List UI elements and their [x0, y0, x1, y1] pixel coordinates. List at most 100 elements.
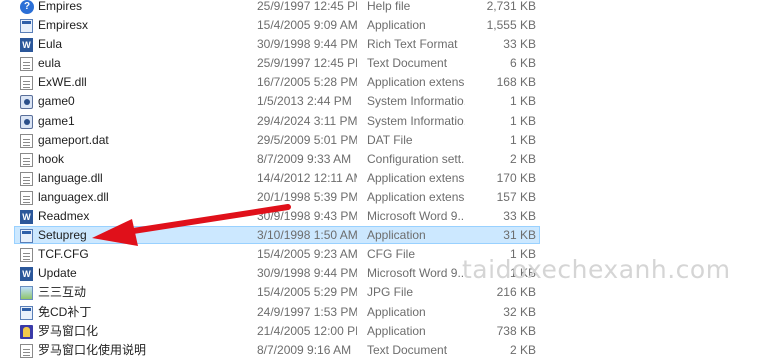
file-row[interactable]: ExWE.dll 16/7/2005 5:28 PM Application ext… [0, 73, 768, 92]
file-type: Application [367, 304, 426, 319]
word-doc-icon: W [20, 38, 34, 53]
file-icon-glyph [20, 248, 33, 263]
word-doc-icon-glyph: W [20, 210, 33, 225]
file-type: Configuration sett... [367, 151, 465, 166]
file-name: language.dll [38, 170, 103, 185]
file-row[interactable]: ? Empires 25/9/1997 12:45 PM Help file 2,731… [0, 0, 768, 16]
text-file-icon-glyph [20, 343, 33, 358]
file-name: TCF.CFG [38, 247, 89, 262]
help-icon: ? [20, 0, 34, 14]
file-type: Microsoft Word 9... [367, 209, 465, 224]
file-row[interactable]: language.dll 14/4/2012 12:11 AM Applicatio… [0, 169, 768, 188]
file-row[interactable]: W Eula 30/9/1998 9:44 PM Rich Text Format 33… [0, 35, 768, 54]
file-date-modified: 30/9/1998 9:44 PM [257, 266, 357, 281]
image-icon [20, 286, 34, 301]
file-size: 738 KB [496, 323, 536, 338]
help-icon-glyph: ? [20, 0, 34, 14]
file-name: Empiresx [38, 18, 89, 33]
game-app-icon-glyph [20, 19, 33, 34]
file-type: CFG File [367, 247, 415, 262]
file-row[interactable]: 免CD补丁 24/9/1997 1:53 PM Application 32 KB [0, 303, 768, 322]
file-row[interactable]: W Readmex 30/9/1998 9:43 PM Microsoft Word … [0, 207, 768, 226]
image-icon-glyph [20, 286, 33, 301]
file-name: Empires [38, 0, 83, 13]
file-date-modified: 29/5/2009 5:01 PM [257, 132, 357, 147]
file-name: Setupreg [38, 228, 87, 243]
file-type: DAT File [367, 132, 413, 147]
file-name: game1 [38, 113, 75, 128]
file-row[interactable]: eula 25/9/1997 12:45 PM Text Document 6 KB [0, 54, 768, 73]
system-info-icon-glyph [20, 114, 33, 129]
dll-file-icon [20, 171, 34, 186]
file-date-modified: 8/7/2009 9:16 AM [257, 342, 352, 357]
file-row[interactable]: gameport.dat 29/5/2009 5:01 PM DAT File 1 K… [0, 131, 768, 150]
config-file-icon [20, 152, 34, 167]
dll-file-icon [20, 190, 34, 205]
file-date-modified: 25/9/1997 12:45 PM [257, 0, 357, 13]
file-size: 2 KB [509, 342, 536, 357]
file-size: 6 KB [509, 56, 536, 71]
file-date-modified: 29/4/2024 3:11 PM [257, 113, 357, 128]
file-row-selected[interactable]: Setupreg 3/10/1998 1:50 AM Application 31 K… [0, 226, 768, 245]
file-size: 157 KB [496, 189, 536, 204]
file-type: Application extens... [367, 170, 465, 185]
text-file-icon [20, 343, 34, 358]
file-type: JPG File [367, 285, 414, 300]
word-doc-icon-glyph: W [20, 267, 33, 282]
system-info-icon [20, 95, 34, 110]
file-row[interactable]: 罗马窗口化 21/4/2005 12:00 PM Application 738 KB [0, 322, 768, 341]
file-size: 33 KB [503, 209, 536, 224]
dll-file-icon [20, 76, 34, 91]
file-type: Microsoft Word 9... [367, 266, 465, 281]
word-doc-icon: W [20, 267, 34, 282]
file-row[interactable]: game0 1/5/2013 2:44 PM System Informatio..… [0, 92, 768, 111]
app-icon [20, 305, 34, 320]
file-date-modified: 8/7/2009 9:33 AM [257, 151, 352, 166]
chess-app-icon-glyph [20, 324, 33, 339]
file-icon [20, 248, 34, 263]
file-type: Application extens... [367, 189, 465, 204]
file-name: Eula [38, 37, 63, 52]
file-date-modified: 30/9/1998 9:44 PM [257, 37, 357, 52]
app-icon-glyph [20, 305, 33, 320]
file-row[interactable]: Empiresx 15/4/2005 9:09 AM Application 1,55… [0, 16, 768, 35]
chess-app-icon [20, 324, 34, 339]
dll-file-icon-glyph [20, 190, 33, 205]
file-size: 1 KB [509, 132, 536, 147]
file-type: Text Document [367, 342, 448, 357]
file-date-modified: 16/7/2005 5:28 PM [257, 75, 357, 90]
file-date-modified: 1/5/2013 2:44 PM [257, 94, 352, 109]
system-info-icon-glyph [20, 95, 33, 110]
file-name: ExWE.dll [38, 75, 87, 90]
file-size: 1,555 KB [486, 18, 536, 33]
file-size: 170 KB [496, 170, 536, 185]
file-icon [20, 133, 34, 148]
file-row[interactable]: 罗马窗口化使用说明 8/7/2009 9:16 AM Text Document 2 … [0, 341, 768, 360]
file-row[interactable]: 三三互动 15/4/2005 5:29 PM JPG File 216 KB [0, 283, 768, 302]
system-info-icon [20, 114, 34, 129]
dll-file-icon-glyph [20, 76, 33, 91]
file-name: gameport.dat [38, 132, 109, 147]
file-name: languagex.dll [38, 189, 109, 204]
file-row[interactable]: languagex.dll 20/1/1998 5:39 PM Applicatio… [0, 188, 768, 207]
text-file-icon-glyph [20, 57, 33, 72]
file-row[interactable]: hook 8/7/2009 9:33 AM Configuration sett..… [0, 150, 768, 169]
file-type: Text Document [367, 56, 448, 71]
file-type: Application [367, 323, 426, 338]
file-list: ? Empires 25/9/1997 12:45 PM Help file 2,731… [0, 0, 768, 360]
file-name: Update [38, 266, 77, 281]
file-icon-glyph [20, 133, 33, 148]
file-type: Application extens... [367, 75, 465, 90]
file-size: 216 KB [496, 285, 536, 300]
file-name: 免CD补丁 [38, 304, 92, 319]
game-app-icon [20, 19, 34, 34]
file-name: 罗马窗口化使用说明 [38, 342, 147, 357]
text-file-icon [20, 57, 34, 72]
file-date-modified: 15/4/2005 9:09 AM [257, 18, 357, 33]
app-icon [20, 229, 34, 244]
file-date-modified: 14/4/2012 12:11 AM [257, 170, 357, 185]
file-name: game0 [38, 94, 75, 109]
file-date-modified: 21/4/2005 12:00 PM [257, 323, 357, 338]
file-row[interactable]: game1 29/4/2024 3:11 PM System Informatio.… [0, 112, 768, 131]
word-doc-icon-glyph: W [20, 38, 33, 53]
